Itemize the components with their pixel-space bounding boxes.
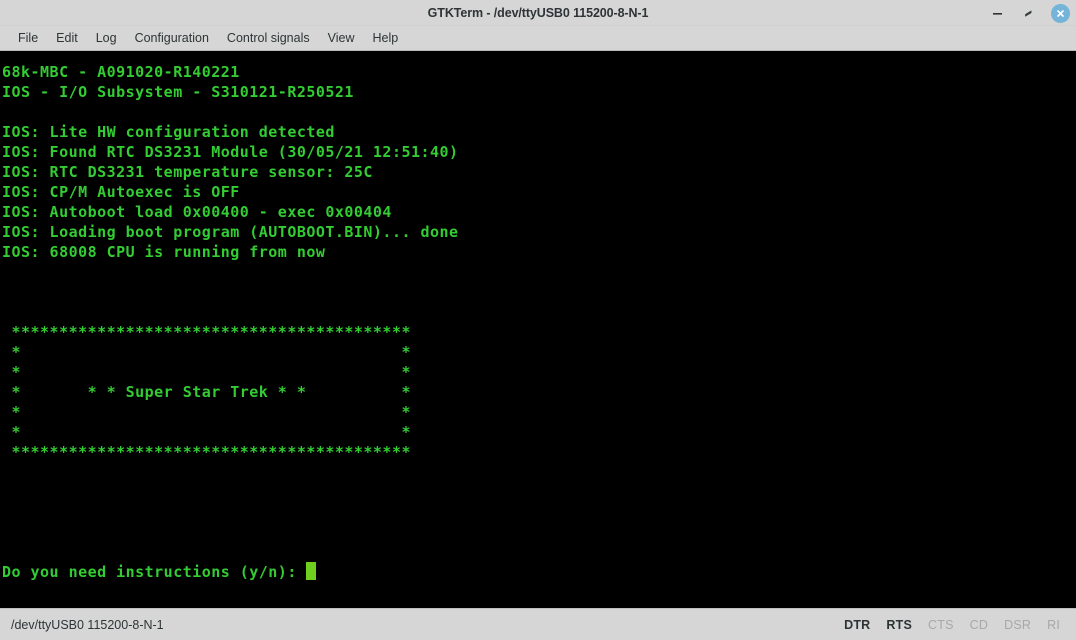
close-icon [1057, 9, 1064, 17]
close-button[interactable] [1051, 3, 1070, 23]
signal-indicators: DTR RTS CTS CD DSR RI [844, 618, 1060, 632]
gtkterm-window: GTKTerm - /dev/ttyUSB0 115200-8-N-1 File… [0, 0, 1076, 640]
menu-item-configuration[interactable]: Configuration [126, 29, 218, 48]
menu-bar: File Edit Log Configuration Control sign… [0, 26, 1076, 51]
menu-item-help[interactable]: Help [363, 29, 407, 48]
status-port-info: /dev/ttyUSB0 115200-8-N-1 [11, 617, 164, 632]
minimize-button[interactable] [989, 5, 1006, 22]
signal-dtr: DTR [844, 617, 871, 632]
menu-item-log[interactable]: Log [87, 29, 126, 48]
signal-cd: CD [969, 617, 989, 632]
terminal-cursor [306, 562, 317, 580]
menu-item-file[interactable]: File [9, 29, 47, 48]
signal-ri: RI [1047, 617, 1060, 632]
window-title: GTKTerm - /dev/ttyUSB0 115200-8-N-1 [427, 5, 649, 20]
menu-item-control-signals[interactable]: Control signals [218, 29, 319, 48]
signal-cts: CTS [928, 617, 954, 632]
signal-rts: RTS [886, 617, 913, 632]
menu-item-view[interactable]: View [319, 29, 364, 48]
menu-item-edit[interactable]: Edit [47, 29, 87, 48]
status-bar: /dev/ttyUSB0 115200-8-N-1 DTR RTS CTS CD… [0, 608, 1076, 640]
restore-button[interactable] [1020, 5, 1037, 22]
title-bar: GTKTerm - /dev/ttyUSB0 115200-8-N-1 [0, 0, 1076, 26]
window-controls [989, 0, 1070, 26]
terminal-output-area[interactable]: 68k-MBC - A091020-R140221 IOS - I/O Subs… [0, 51, 1076, 608]
terminal-text: 68k-MBC - A091020-R140221 IOS - I/O Subs… [2, 63, 459, 581]
signal-dsr: DSR [1004, 617, 1032, 632]
